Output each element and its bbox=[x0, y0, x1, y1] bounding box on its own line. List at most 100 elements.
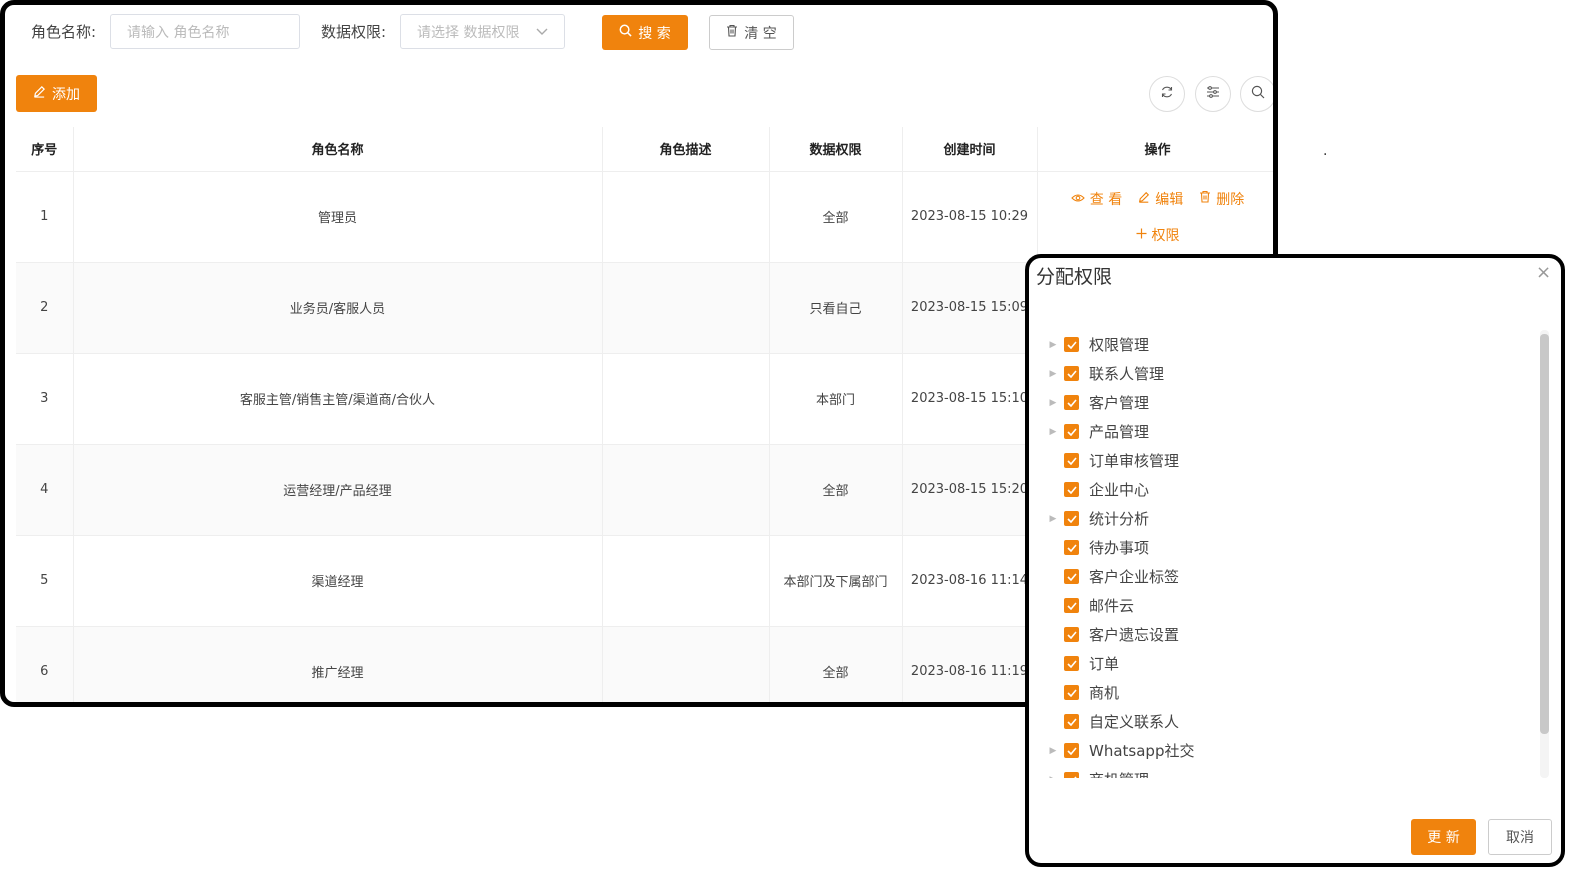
header-created-time: 创建时间 bbox=[902, 127, 1038, 172]
pencil-icon bbox=[33, 85, 46, 102]
permission-tree: ▶ 权限管理 ▶ 联系人管理 ▶ 客户管理 ▶ 产品管理订单审核管理 企业中心 ▶ 统计分析待办事项… bbox=[1043, 330, 1543, 778]
column-settings-button[interactable] bbox=[1195, 76, 1231, 112]
tree-item[interactable]: ▶ 客户管理 bbox=[1043, 388, 1543, 417]
view-label: 查 看 bbox=[1089, 191, 1123, 208]
tree-item-checkbox[interactable] bbox=[1064, 540, 1079, 555]
tree-item[interactable]: 客户遗忘设置 bbox=[1043, 620, 1543, 649]
clear-button[interactable]: 清 空 bbox=[709, 15, 794, 50]
trash-icon bbox=[1199, 190, 1211, 207]
tree-item[interactable]: ▶ 统计分析 bbox=[1043, 504, 1543, 533]
cell-index: 2 bbox=[16, 262, 74, 354]
tree-item-label: 统计分析 bbox=[1089, 510, 1150, 528]
cell-index: 5 bbox=[16, 535, 74, 627]
caret-right-icon[interactable]: ▶ bbox=[1043, 369, 1063, 379]
tree-item-label: Whatsapp社交 bbox=[1089, 742, 1195, 760]
tree-item-checkbox[interactable] bbox=[1064, 598, 1079, 613]
caret-right-icon[interactable]: ▶ bbox=[1043, 746, 1063, 756]
tree-item-checkbox[interactable] bbox=[1064, 424, 1079, 439]
cell-role-name: 管理员 bbox=[73, 171, 603, 263]
tree-item[interactable]: 客户企业标签 bbox=[1043, 562, 1543, 591]
add-button-label: 添加 bbox=[52, 86, 80, 103]
tree-item-checkbox[interactable] bbox=[1064, 685, 1079, 700]
delete-link[interactable]: 删除 bbox=[1199, 189, 1244, 209]
caret-right-icon[interactable]: ▶ bbox=[1043, 398, 1063, 408]
cell-role-desc bbox=[602, 171, 770, 263]
cell-actions: 查 看 编辑 删除 权限 bbox=[1037, 171, 1273, 263]
update-button[interactable]: 更 新 bbox=[1411, 819, 1476, 855]
tree-item[interactable]: ▶ 商机管理 bbox=[1043, 765, 1543, 778]
view-link[interactable]: 查 看 bbox=[1070, 189, 1123, 209]
caret-right-icon[interactable]: ▶ bbox=[1043, 514, 1063, 524]
role-name-input[interactable]: 请输入 角色名称 bbox=[110, 14, 300, 49]
tree-item-label: 邮件云 bbox=[1089, 597, 1135, 615]
sliders-icon bbox=[1206, 85, 1220, 103]
tree-item[interactable]: 订单审核管理 bbox=[1043, 446, 1543, 475]
tree-item-checkbox[interactable] bbox=[1064, 772, 1079, 778]
tree-item-checkbox[interactable] bbox=[1064, 366, 1079, 381]
header-role-desc: 角色描述 bbox=[602, 127, 770, 172]
cell-created-time: 2023-08-15 15:20 bbox=[902, 444, 1038, 536]
tree-item-checkbox[interactable] bbox=[1064, 482, 1079, 497]
search-button[interactable]: 搜 索 bbox=[602, 15, 688, 50]
tree-item[interactable]: ▶ Whatsapp社交 bbox=[1043, 736, 1543, 765]
add-button[interactable]: 添加 bbox=[16, 75, 97, 112]
edit-link[interactable]: 编辑 bbox=[1138, 189, 1183, 209]
refresh-icon bbox=[1160, 85, 1174, 103]
caret-right-icon[interactable]: ▶ bbox=[1043, 775, 1063, 779]
tree-item[interactable]: 自定义联系人 bbox=[1043, 707, 1543, 736]
header-data-permission: 数据权限 bbox=[769, 127, 903, 172]
permission-link[interactable]: 权限 bbox=[1136, 225, 1180, 245]
cell-index: 6 bbox=[16, 626, 74, 702]
tree-item[interactable]: ▶ 联系人管理 bbox=[1043, 359, 1543, 388]
refresh-button[interactable] bbox=[1149, 76, 1185, 112]
tree-item-checkbox[interactable] bbox=[1064, 337, 1079, 352]
caret-right-icon[interactable]: ▶ bbox=[1043, 427, 1063, 437]
tree-item-checkbox[interactable] bbox=[1064, 656, 1079, 671]
tree-item-label: 企业中心 bbox=[1089, 481, 1150, 499]
cell-role-desc bbox=[602, 262, 770, 354]
assign-permission-dialog: 分配权限 × ▶ 权限管理 ▶ 联系人管理 ▶ 客户管理 ▶ 产品管理 订单审核管理 企业中心 ▶ 统… bbox=[1025, 254, 1565, 867]
tree-scrollbar-thumb[interactable] bbox=[1540, 334, 1549, 734]
header-role-name: 角色名称 bbox=[73, 127, 603, 172]
tree-item[interactable]: 待办事项 bbox=[1043, 533, 1543, 562]
cell-created-time: 2023-08-15 10:29 bbox=[902, 171, 1038, 263]
cell-data-permission: 全部 bbox=[769, 171, 903, 263]
clear-button-label: 清 空 bbox=[744, 25, 777, 42]
search-icon bbox=[1251, 85, 1265, 103]
header-index: 序号 bbox=[16, 127, 74, 172]
tree-item[interactable]: ▶ 权限管理 bbox=[1043, 330, 1543, 359]
data-permission-placeholder: 请选择 数据权限 bbox=[417, 24, 520, 41]
tree-item-checkbox[interactable] bbox=[1064, 395, 1079, 410]
tree-item-checkbox[interactable] bbox=[1064, 453, 1079, 468]
cell-data-permission: 全部 bbox=[769, 626, 903, 702]
cell-data-permission: 本部门及下属部门 bbox=[769, 535, 903, 627]
tree-item[interactable]: 商机 bbox=[1043, 678, 1543, 707]
tree-item-checkbox[interactable] bbox=[1064, 627, 1079, 642]
trash-icon bbox=[726, 24, 738, 41]
cell-role-desc bbox=[602, 444, 770, 536]
data-permission-select[interactable]: 请选择 数据权限 bbox=[400, 14, 565, 49]
tree-item[interactable]: 企业中心 bbox=[1043, 475, 1543, 504]
cell-created-time: 2023-08-15 15:09 bbox=[902, 262, 1038, 354]
tree-item[interactable]: 邮件云 bbox=[1043, 591, 1543, 620]
tree-item[interactable]: ▶ 产品管理 bbox=[1043, 417, 1543, 446]
tree-item-checkbox[interactable] bbox=[1064, 714, 1079, 729]
cell-data-permission: 本部门 bbox=[769, 353, 903, 445]
toggle-search-button[interactable] bbox=[1240, 76, 1273, 112]
stray-dot: . bbox=[1323, 143, 1328, 159]
cell-role-desc bbox=[602, 626, 770, 702]
tree-item-checkbox[interactable] bbox=[1064, 569, 1079, 584]
cell-index: 1 bbox=[16, 171, 74, 263]
cancel-button[interactable]: 取消 bbox=[1488, 819, 1552, 855]
caret-right-icon[interactable]: ▶ bbox=[1043, 340, 1063, 350]
tree-item[interactable]: 订单 bbox=[1043, 649, 1543, 678]
cell-role-name: 推广经理 bbox=[73, 626, 603, 702]
tree-item-checkbox[interactable] bbox=[1064, 511, 1079, 526]
close-icon[interactable]: × bbox=[1536, 262, 1551, 283]
tree-item-checkbox[interactable] bbox=[1064, 743, 1079, 758]
tree-scrollbar[interactable] bbox=[1540, 330, 1549, 778]
plus-icon bbox=[1136, 227, 1147, 243]
tree-item-label: 客户企业标签 bbox=[1089, 568, 1180, 586]
cell-created-time: 2023-08-16 11:19 bbox=[902, 626, 1038, 702]
tree-item-label: 订单审核管理 bbox=[1089, 452, 1180, 470]
